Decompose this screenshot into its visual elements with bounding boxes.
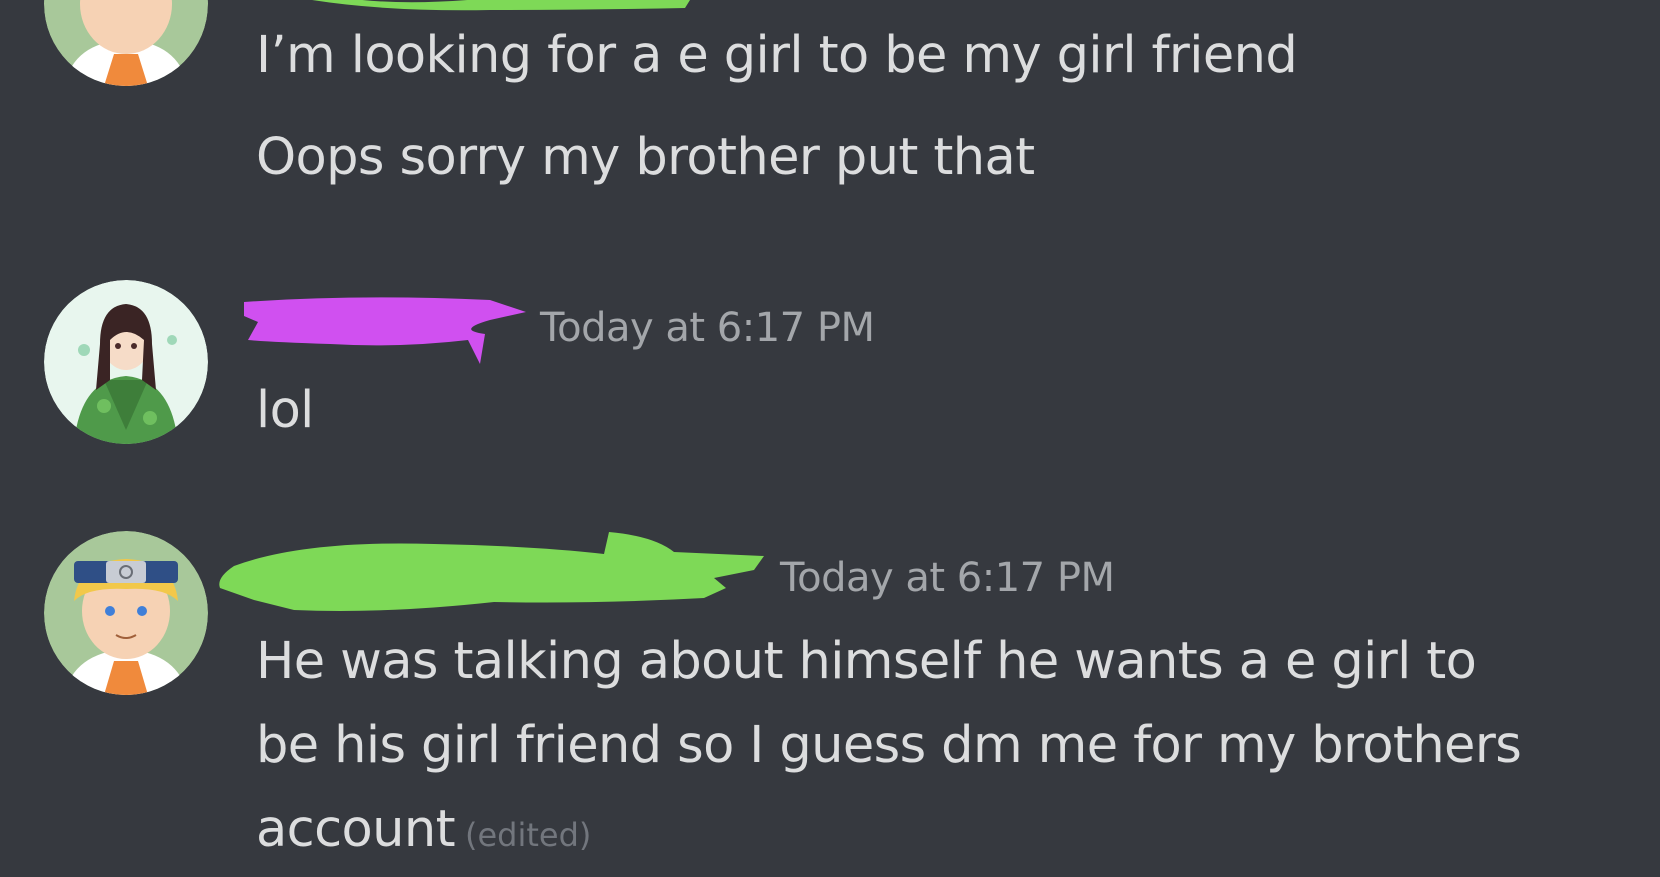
redacted-username xyxy=(219,532,765,611)
message-content: I’m looking for a e girl to be my girl f… xyxy=(256,14,1656,200)
message-line: Oops sorry my brother put that xyxy=(256,128,1035,187)
edited-label: (edited) xyxy=(464,816,592,854)
naruto-avatar-icon xyxy=(44,0,208,86)
message-line: account (edited) xyxy=(256,788,1656,877)
anime-girl-avatar-icon xyxy=(44,280,208,444)
message-line: I’m looking for a e girl to be my girl f… xyxy=(256,26,1298,85)
message-line: He was talking about himself he wants a … xyxy=(256,632,1477,691)
message-line: be his girl friend so I guess dm me for … xyxy=(256,716,1522,775)
chat-messages: I’m looking for a e girl to be my girl f… xyxy=(0,0,1660,869)
user-avatar-ninja[interactable] xyxy=(44,0,208,86)
user-avatar-ninja[interactable] xyxy=(44,531,208,695)
message-content: He was talking about himself he wants a … xyxy=(256,620,1656,877)
naruto-avatar-icon xyxy=(44,531,208,695)
message-timestamp[interactable]: Today at 6:17 PM xyxy=(540,305,875,351)
message-content: lol xyxy=(256,381,314,440)
message-timestamp[interactable]: Today at 6:17 PM xyxy=(780,555,1115,601)
user-avatar-girl[interactable] xyxy=(44,280,208,444)
redacted-username xyxy=(244,297,526,364)
message-line-text: account xyxy=(256,800,456,859)
